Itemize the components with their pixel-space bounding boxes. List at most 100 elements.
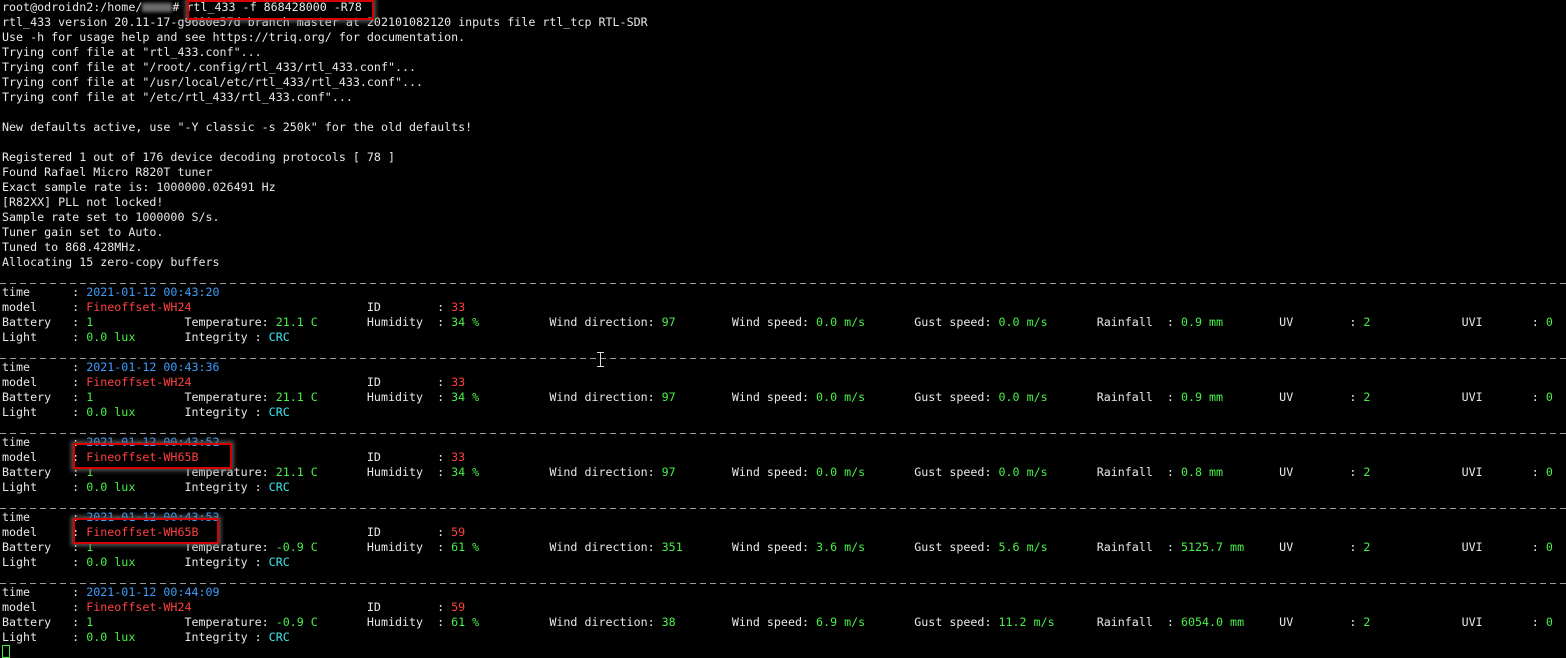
field-label: Integrity [184, 480, 248, 494]
field-uvi: UVI: 0 [1461, 540, 1553, 554]
field-label: Humidity [366, 540, 424, 554]
field-time: time: 2021-01-12 00:43:20 [2, 285, 220, 299]
field-humidity: Humidity: 61 % [366, 615, 480, 629]
field-label: Gust speed [914, 540, 985, 554]
field-value: 0.0 lux [86, 330, 136, 344]
field-value: Fineoffset-WH65B [86, 525, 199, 539]
field-label: ID [366, 450, 381, 464]
field-value: CRC [268, 630, 290, 644]
field-value: CRC [268, 330, 290, 344]
field-label: Rainfall [1096, 540, 1153, 554]
output-line: Use -h for usage help and see https://tr… [2, 30, 466, 44]
record-line: Light: 0.0 lux Integrity: CRC [2, 480, 1566, 495]
output-line: Trying conf file at "/root/.config/rtl_4… [2, 60, 417, 74]
field-value: 2 [1363, 615, 1371, 629]
field-label: ID [366, 300, 381, 314]
field-value: 5.6 m/s [998, 540, 1048, 554]
field-battery: Battery: 1 [2, 315, 94, 329]
field-label: Wind direction [549, 390, 648, 404]
field-value: 0.0 m/s [816, 465, 866, 479]
field-label: UVI [1461, 615, 1483, 629]
field-value: 2 [1363, 390, 1371, 404]
field-label: Light [2, 405, 38, 419]
field-value: 33 [451, 300, 466, 314]
field-label: Battery [2, 540, 52, 554]
field-label: model [2, 600, 38, 614]
field-value: 0.0 m/s [998, 315, 1048, 329]
field-value: 0 [1545, 540, 1553, 554]
field-label: Wind direction [549, 540, 648, 554]
field-label: Wind speed [731, 615, 802, 629]
field-label: UV [1279, 390, 1294, 404]
weather-record: time: 2021-01-12 00:43:20 model: Fineoffs… [0, 285, 1566, 360]
field-battery: Battery: 1 [2, 615, 94, 629]
field-label: time [2, 510, 31, 524]
field-battery: Battery: 1 [2, 465, 94, 479]
field-label: UVI [1461, 390, 1483, 404]
field-value: 59 [451, 525, 466, 539]
field-value: 33 [451, 375, 466, 389]
field-temperature: Temperature: -0.9 C [184, 540, 318, 554]
record-line: Battery: 1 Temperature: 21.1 C Humidity: 3… [2, 390, 1566, 405]
prompt-symbol: # [172, 0, 187, 14]
field-integrity: Integrity: CRC [184, 330, 290, 344]
field-value: 1 [86, 615, 94, 629]
record-separator [0, 345, 1566, 360]
field-value: CRC [268, 480, 290, 494]
field-rainfall: Rainfall: 0.9 mm [1096, 315, 1224, 329]
record-line: Battery: 1 Temperature: 21.1 C Humidity: 3… [2, 465, 1566, 480]
output-line: [R82XX] PLL not locked! [2, 195, 164, 209]
field-humidity: Humidity: 34 % [366, 465, 480, 479]
field-rainfall: Rainfall: 5125.7 mm [1096, 540, 1245, 554]
record-line: time: 2021-01-12 00:43:52 [2, 435, 1566, 450]
field-label: Gust speed [914, 315, 985, 329]
field-label: time [2, 585, 31, 599]
prompt-path: root@odroidn2:/home/ [2, 0, 143, 14]
field-temperature: Temperature: 21.1 C [184, 390, 318, 404]
field-value: 97 [661, 315, 676, 329]
field-value: 1 [86, 315, 94, 329]
record-line: model: Fineoffset-WH65B ID: 33 [2, 450, 1566, 465]
field-wind-direction: Wind direction: 351 [549, 540, 683, 554]
field-uv: UV: 2 [1279, 615, 1371, 629]
field-label: UVI [1461, 465, 1483, 479]
record-line: Light: 0.0 lux Integrity: CRC [2, 405, 1566, 420]
field-wind-direction: Wind direction: 97 [549, 390, 676, 404]
field-value: 34 % [451, 390, 480, 404]
terminal-output[interactable]: root@odroidn2:/home/ # rtl_433 -f 8684280… [0, 0, 1566, 645]
field-wind-speed: Wind speed: 0.0 m/s [731, 465, 866, 479]
field-time: time: 2021-01-12 00:43:36 [2, 360, 220, 374]
record-separator [0, 570, 1566, 585]
prompt-line: root@odroidn2:/home/ # rtl_433 -f 8684280… [2, 0, 1566, 15]
field-label: Rainfall [1096, 390, 1153, 404]
field-label: Integrity [184, 555, 248, 569]
field-label: time [2, 285, 31, 299]
field-time: time: 2021-01-12 00:43:52 [2, 435, 220, 449]
field-value: Fineoffset-WH24 [86, 600, 192, 614]
field-value: 0 [1545, 390, 1553, 404]
field-label: Light [2, 480, 38, 494]
field-integrity: Integrity: CRC [184, 480, 290, 494]
field-uvi: UVI: 0 [1461, 465, 1553, 479]
field-label: ID [366, 600, 381, 614]
field-value: Fineoffset-WH24 [86, 300, 192, 314]
field-humidity: Humidity: 34 % [366, 315, 480, 329]
field-label: UV [1279, 615, 1294, 629]
output-line: Trying conf file at "rtl_433.conf"... [2, 45, 262, 59]
weather-record: time: 2021-01-12 00:44:09 model: Fineoffs… [2, 585, 1566, 645]
field-label: Light [2, 555, 38, 569]
field-value: 2021-01-12 00:44:09 [86, 585, 220, 599]
field-label: Temperature [184, 390, 262, 404]
field-label: model [2, 375, 38, 389]
field-light: Light: 0.0 lux [2, 480, 136, 494]
field-id: ID: 59 [366, 525, 466, 539]
field-battery: Battery: 1 [2, 540, 94, 554]
field-label: ID [366, 375, 381, 389]
startup-log: rtl_433 version 20.11-17-g9680e57d branc… [0, 15, 1566, 285]
field-wind-speed: Wind speed: 0.0 m/s [731, 390, 866, 404]
field-value: CRC [268, 405, 290, 419]
field-label: time [2, 435, 31, 449]
field-value: 1 [86, 465, 94, 479]
